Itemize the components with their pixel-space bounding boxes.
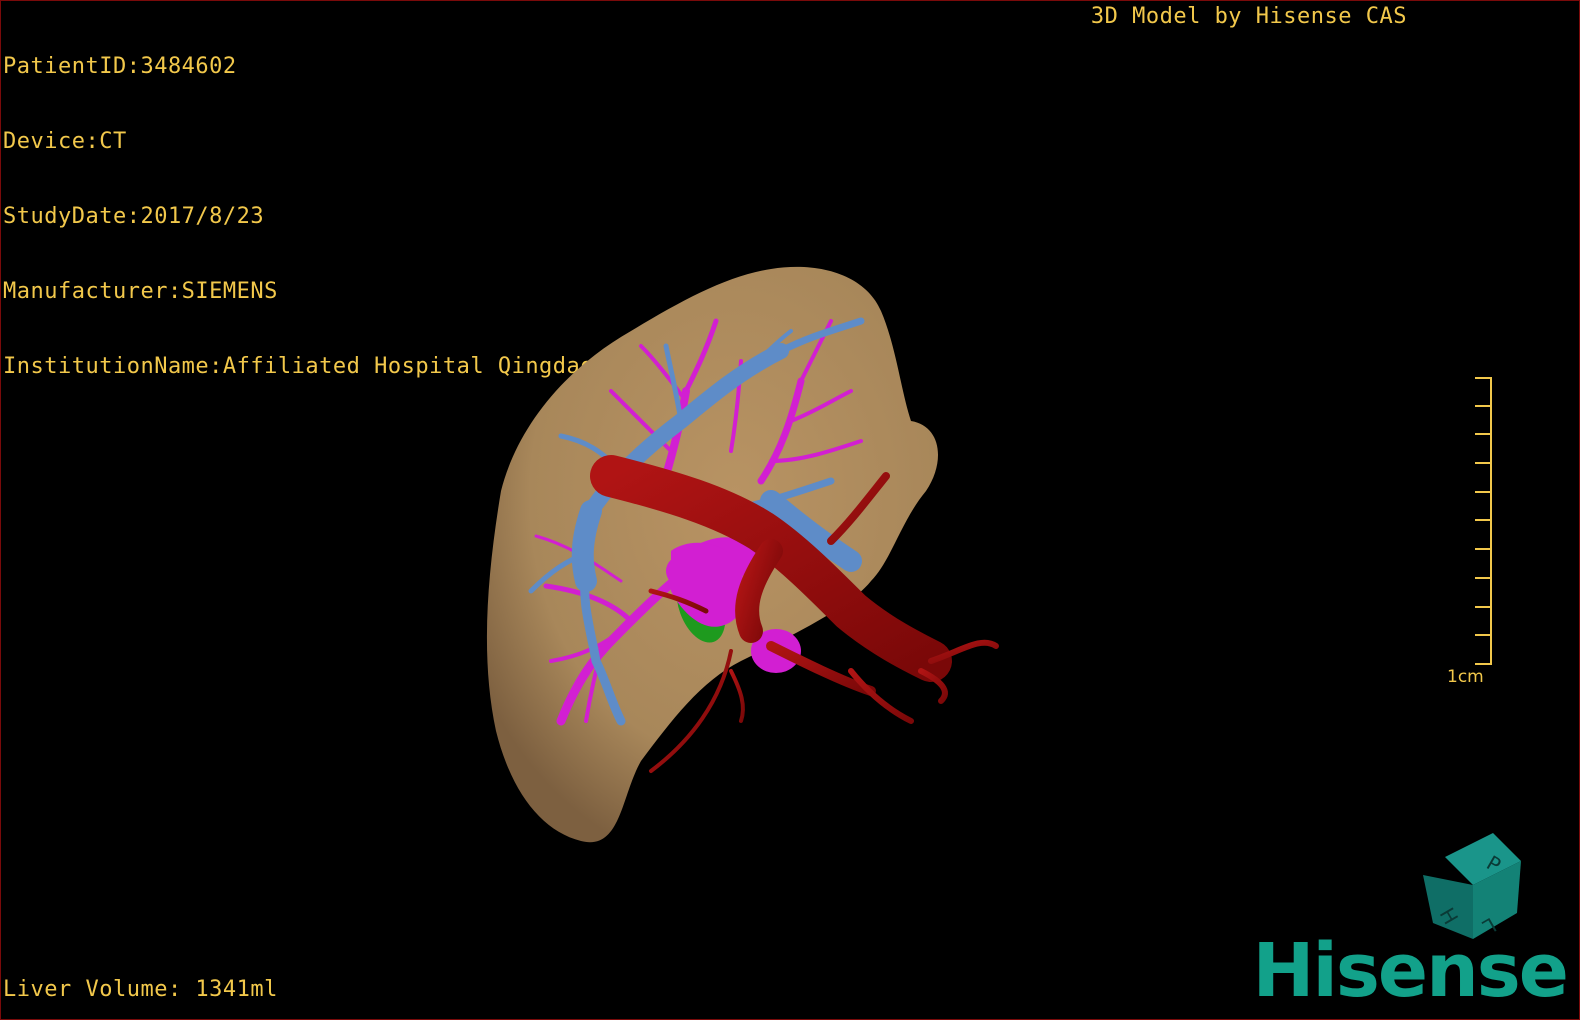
patient-id-text: PatientID:3484602 xyxy=(3,54,237,79)
3d-viewport[interactable]: PatientID:3484602 Device:CT StudyDate:20… xyxy=(0,0,1580,1020)
device-text: Device:CT xyxy=(3,129,127,154)
study-date-text: StudyDate:2017/8/23 xyxy=(3,204,265,229)
liver-3d-model[interactable] xyxy=(471,251,1031,871)
brand-title: 3D Model by Hisense CAS xyxy=(1090,4,1407,29)
hisense-logo: Hisense xyxy=(1252,928,1569,1014)
liver-volume-text: Liver Volume: 1341ml xyxy=(3,977,278,1002)
scale-ruler xyxy=(1475,377,1492,665)
scale-label: 1cm xyxy=(1447,667,1484,687)
